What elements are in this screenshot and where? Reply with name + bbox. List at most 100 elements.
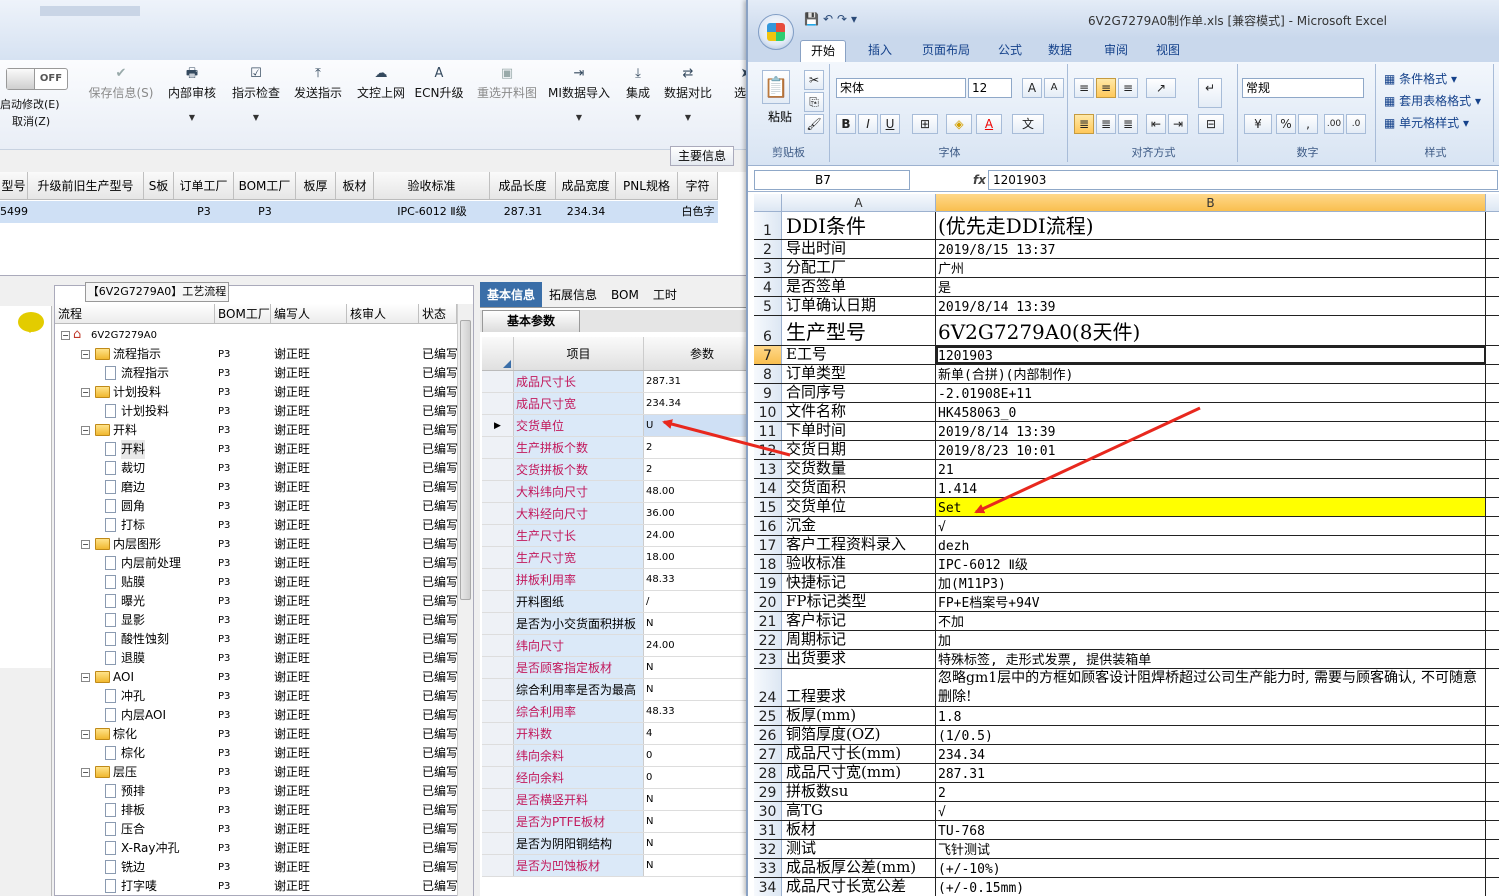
row-header[interactable]: 9: [754, 384, 782, 402]
row-header[interactable]: 15: [754, 498, 782, 516]
cell-b[interactable]: (1/0.5): [936, 726, 1486, 744]
row-header[interactable]: 18: [754, 555, 782, 573]
row-header[interactable]: 16: [754, 517, 782, 535]
grid-column-header[interactable]: 板材: [336, 172, 374, 199]
cell-a[interactable]: 生产型号: [782, 316, 936, 345]
cut-icon[interactable]: ✂: [804, 70, 824, 90]
param-row[interactable]: 大料经向尺寸 36.00: [482, 503, 760, 525]
row-header[interactable]: 28: [754, 764, 782, 782]
underline-icon[interactable]: U: [880, 114, 900, 134]
cell-b[interactable]: 2019/8/14 13:39: [936, 422, 1486, 440]
param-value[interactable]: /: [644, 591, 760, 612]
tree-node[interactable]: − 内层图形 P3 谢正旺 已编写: [55, 535, 457, 554]
tree-node[interactable]: 排板 P3 谢正旺 已编写: [55, 801, 457, 820]
cell-a[interactable]: 成品尺寸长宽公差: [782, 878, 936, 896]
param-value[interactable]: 24.00: [644, 635, 760, 656]
cell-a[interactable]: 验收标准: [782, 555, 936, 573]
row-header[interactable]: 5: [754, 297, 782, 315]
param-value[interactable]: 287.31: [644, 371, 760, 392]
cell-a[interactable]: 订单类型: [782, 365, 936, 383]
cell-a[interactable]: 分配工厂: [782, 259, 936, 277]
collapse-icon[interactable]: −: [81, 540, 90, 549]
cell-b[interactable]: 21: [936, 460, 1486, 478]
row-header[interactable]: 8: [754, 365, 782, 383]
row-header[interactable]: 29: [754, 783, 782, 801]
param-row[interactable]: 是否为凹蚀板材 N: [482, 855, 760, 877]
row-header[interactable]: 13: [754, 460, 782, 478]
copy-icon[interactable]: ⎘: [804, 92, 824, 112]
grid-column-header[interactable]: 成品长度: [490, 172, 556, 199]
grow-font-icon[interactable]: A: [1022, 78, 1042, 98]
cell-a[interactable]: DDI条件: [782, 212, 936, 239]
row-header[interactable]: 33: [754, 859, 782, 877]
border-icon[interactable]: ⊞: [912, 114, 938, 134]
merge-cells-icon[interactable]: ⊟: [1198, 114, 1224, 134]
cell-b[interactable]: 新单(合拼)(内部制作): [936, 365, 1486, 383]
align-middle-icon[interactable]: ≡: [1096, 78, 1116, 98]
param-value[interactable]: N: [644, 679, 760, 700]
toolbar-button-7[interactable]: ⇥ MI数据导入 ▼: [546, 64, 612, 128]
cell-b[interactable]: HK458063_0: [936, 403, 1486, 421]
grid-cell[interactable]: IPC-6012 Ⅱ级: [374, 201, 490, 223]
cell-a[interactable]: 客户标记: [782, 612, 936, 630]
cell-b[interactable]: FP+E档案号+94V: [936, 593, 1486, 611]
row-header[interactable]: 7: [754, 346, 782, 364]
table-row[interactable]: 5499 P3 P3 IPC-6012 Ⅱ级 287.31 234.34 白色字: [0, 201, 718, 223]
param-row[interactable]: ▶ 交货单位 U: [482, 415, 760, 437]
toolbar-button-3[interactable]: ⤒ 发送指示: [290, 64, 346, 128]
param-row[interactable]: 生产尺寸宽 18.00: [482, 547, 760, 569]
cell-b[interactable]: √: [936, 802, 1486, 820]
ribbon-tab[interactable]: 开始: [800, 40, 847, 62]
main-info-button[interactable]: 主要信息: [670, 146, 734, 166]
param-row[interactable]: 大料纬向尺寸 48.00: [482, 481, 760, 503]
param-value[interactable]: U: [644, 415, 760, 436]
tree-node[interactable]: 计划投料 P3 谢正旺 已编写: [55, 402, 457, 421]
tree-node[interactable]: 圆角 P3 谢正旺 已编写: [55, 497, 457, 516]
row-header[interactable]: 21: [754, 612, 782, 630]
cell-b[interactable]: 1201903: [936, 346, 1486, 364]
decrease-decimal-icon[interactable]: .0: [1346, 114, 1366, 134]
align-top-icon[interactable]: ≡: [1074, 78, 1094, 98]
param-row[interactable]: 开料数 4: [482, 723, 760, 745]
cell-b[interactable]: 特殊标签, 走形式发票, 提供装箱单: [936, 650, 1486, 668]
paste-icon[interactable]: 📋: [762, 70, 790, 104]
formula-input[interactable]: 1201903: [988, 170, 1498, 190]
grid-cell[interactable]: [616, 201, 678, 223]
ribbon-tab[interactable]: 数据: [1038, 40, 1082, 62]
name-box[interactable]: B7: [754, 170, 910, 190]
row-header[interactable]: 6: [754, 316, 782, 345]
cell-a[interactable]: 交货数量: [782, 460, 936, 478]
tree-node[interactable]: 磨边 P3 谢正旺 已编写: [55, 478, 457, 497]
tree-node[interactable]: − 流程指示 P3 谢正旺 已编写: [55, 345, 457, 364]
fill-color-icon[interactable]: ◈: [946, 114, 972, 134]
collapse-icon[interactable]: −: [81, 768, 90, 777]
param-row[interactable]: 拼板利用率 48.33: [482, 569, 760, 591]
toolbar-button-5[interactable]: A ECN升级: [414, 64, 464, 128]
grid-column-header[interactable]: 验收标准: [374, 172, 490, 199]
office-button[interactable]: [758, 14, 794, 50]
tree-node[interactable]: 内层AOI P3 谢正旺 已编写: [55, 706, 457, 725]
ribbon-tab[interactable]: 审阅: [1094, 40, 1138, 62]
toolbar-button-9[interactable]: ⇄ 数据对比 ▼: [660, 64, 716, 128]
cell-a[interactable]: 交货日期: [782, 441, 936, 459]
row-header[interactable]: 26: [754, 726, 782, 744]
toolbar-button-1[interactable]: 🖶 内部审核 ▼: [164, 64, 220, 128]
tree-node[interactable]: 棕化 P3 谢正旺 已编写: [55, 744, 457, 763]
row-header[interactable]: 23: [754, 650, 782, 668]
chevron-down-icon[interactable]: ▼: [228, 113, 284, 122]
param-value[interactable]: 18.00: [644, 547, 760, 568]
cell-a[interactable]: 铜箔厚度(OZ): [782, 726, 936, 744]
cell-a[interactable]: 导出时间: [782, 240, 936, 258]
start-modify-button[interactable]: 启动修改(E): [0, 96, 60, 112]
decrease-indent-icon[interactable]: ⇤: [1146, 114, 1166, 134]
tree-node[interactable]: − 层压 P3 谢正旺 已编写: [55, 763, 457, 782]
tree-column-header[interactable]: 编写人: [271, 304, 347, 323]
row-header[interactable]: 2: [754, 240, 782, 258]
cell-a[interactable]: 工程要求: [782, 669, 936, 706]
tree-column-header[interactable]: 流程: [55, 304, 215, 323]
orientation-icon[interactable]: ↗: [1146, 78, 1176, 98]
cell-a[interactable]: 文件名称: [782, 403, 936, 421]
collapse-icon[interactable]: −: [81, 388, 90, 397]
tree-node[interactable]: 打标 P3 谢正旺 已编写: [55, 516, 457, 535]
grid-cell[interactable]: 5499: [0, 201, 28, 223]
